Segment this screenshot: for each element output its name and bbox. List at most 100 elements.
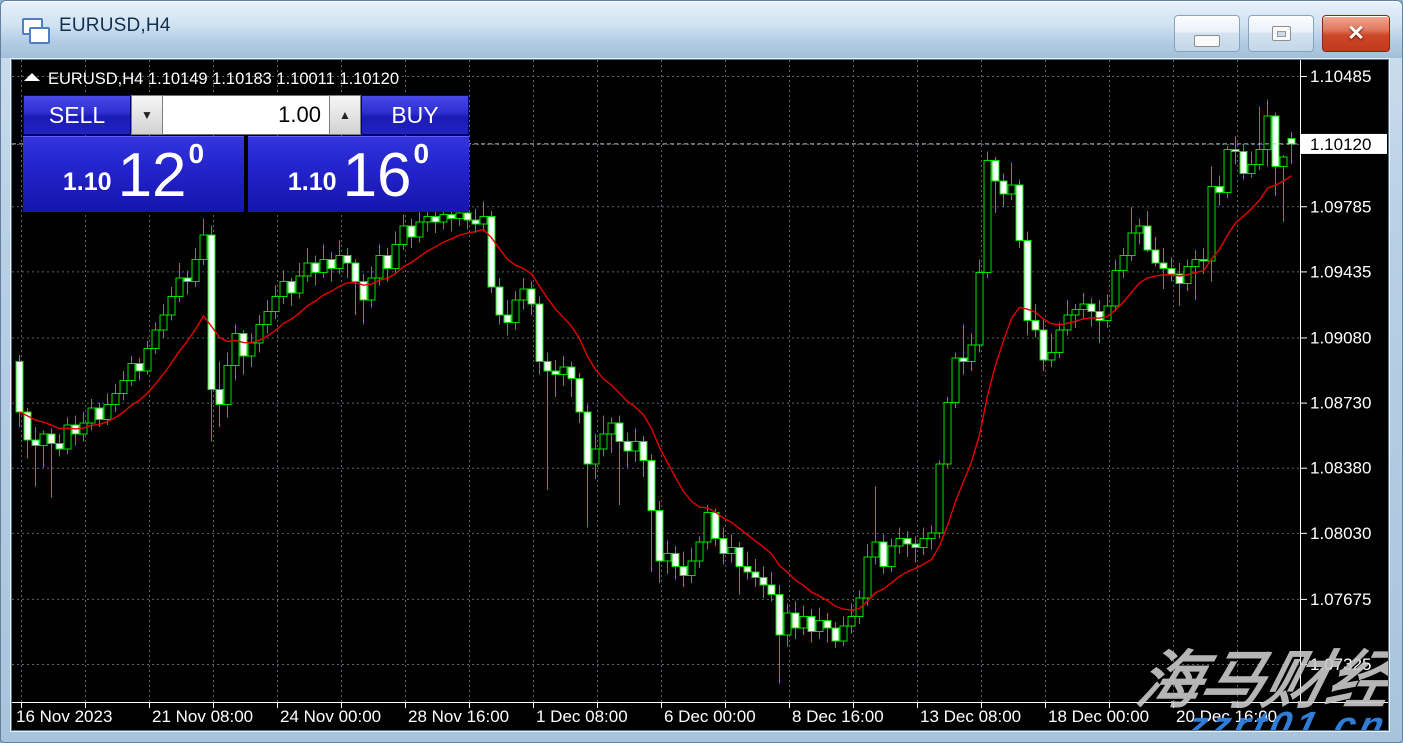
sell-quote-panel[interactable]: 1.10 12 0	[23, 136, 244, 212]
candle	[1136, 218, 1143, 244]
candle-body	[656, 511, 663, 561]
time-axis-label[interactable]: 6 Dec 00:00	[664, 707, 756, 726]
minimize-button[interactable]	[1174, 15, 1240, 52]
candle	[1192, 250, 1199, 300]
candle	[48, 429, 55, 498]
buy-quote-panel[interactable]: 1.10 16 0	[248, 136, 469, 212]
candle	[1000, 174, 1007, 207]
candle	[776, 585, 783, 684]
candle-body	[664, 553, 671, 560]
sell-button[interactable]: SELL	[23, 95, 131, 135]
time-axis-label[interactable]: 13 Dec 08:00	[920, 707, 1021, 726]
buy-price-big: 16	[343, 148, 412, 204]
candle-body	[456, 213, 463, 219]
candle	[520, 278, 527, 310]
price-axis-label[interactable]: 1.10485	[1310, 67, 1371, 86]
candle	[1104, 295, 1111, 328]
candle-body	[496, 287, 503, 315]
close-icon: ✕	[1347, 23, 1365, 44]
candle	[208, 226, 215, 442]
buy-button[interactable]: BUY	[361, 95, 469, 135]
candle-body	[880, 542, 887, 566]
chart-window: EURUSD,H4 ✕ 1.104851.101201.097851.09435…	[0, 0, 1403, 743]
candle	[264, 300, 271, 333]
candle	[584, 404, 591, 527]
candle	[1112, 259, 1119, 311]
time-axis-label[interactable]: 28 Nov 16:00	[408, 707, 509, 726]
candle-body	[464, 213, 471, 220]
candle	[968, 334, 975, 371]
candle-body	[936, 464, 943, 533]
candle	[496, 278, 503, 325]
candle	[840, 617, 847, 647]
candle	[1064, 300, 1071, 335]
volume-input[interactable]	[163, 95, 329, 135]
candle-body	[912, 544, 919, 548]
candle	[488, 211, 495, 293]
candle-body	[120, 380, 127, 393]
candle	[1160, 248, 1167, 289]
candle-body	[928, 533, 935, 539]
price-axis-label[interactable]: 1.08730	[1310, 394, 1371, 413]
candle	[1096, 300, 1103, 343]
one-click-trading-panel: SELL ▼ ▲ BUY 1.10 12 0 1.10 16	[23, 95, 469, 212]
price-axis-label[interactable]: 1.08380	[1310, 459, 1371, 478]
price-axis-label[interactable]: 1.07675	[1310, 590, 1371, 609]
candle	[880, 535, 887, 574]
chevron-up-icon: ▲	[339, 108, 351, 122]
candle	[560, 356, 567, 386]
candle	[648, 455, 655, 572]
title-bar[interactable]: EURUSD,H4 ✕	[1, 1, 1402, 58]
candle	[832, 622, 839, 648]
candle-body	[408, 226, 415, 237]
maximize-button[interactable]	[1248, 15, 1314, 52]
candle	[432, 209, 439, 233]
candle	[512, 291, 519, 330]
candle	[1208, 166, 1215, 281]
candle-body	[160, 315, 167, 330]
candle	[352, 259, 359, 315]
time-axis-label[interactable]: 21 Nov 08:00	[152, 707, 253, 726]
candle-body	[1272, 116, 1279, 166]
volume-increase-button[interactable]: ▲	[329, 95, 361, 135]
candle-body	[528, 289, 535, 304]
candle	[696, 537, 703, 569]
candle	[536, 297, 543, 375]
candle-body	[864, 557, 871, 598]
time-axis-label[interactable]: 24 Nov 00:00	[280, 707, 381, 726]
candle-body	[128, 364, 135, 381]
price-axis-label[interactable]: 1.09080	[1310, 328, 1371, 347]
time-axis-label[interactable]: 16 Nov 2023	[16, 707, 112, 726]
candle	[544, 352, 551, 490]
candle-body	[168, 297, 175, 316]
candle-body	[416, 222, 423, 237]
volume-decrease-button[interactable]: ▼	[131, 95, 163, 135]
time-axis-label[interactable]: 8 Dec 16:00	[792, 707, 884, 726]
candle	[672, 546, 679, 579]
candle-body	[896, 538, 903, 545]
close-button[interactable]: ✕	[1322, 15, 1390, 52]
price-axis-label[interactable]: 1.09785	[1310, 197, 1371, 216]
candle-body	[328, 259, 335, 268]
candle-body	[1072, 310, 1079, 316]
candle-body	[920, 538, 927, 547]
price-axis-label[interactable]: 1.08030	[1310, 524, 1371, 543]
chart-window-icon	[22, 18, 49, 43]
candle-body	[112, 393, 119, 404]
candle-body	[888, 546, 895, 566]
candle	[368, 267, 375, 308]
candle-body	[1200, 259, 1207, 261]
price-axis-label[interactable]: 1.09435	[1310, 262, 1371, 281]
candle-body	[376, 256, 383, 278]
candle-body	[512, 300, 519, 322]
candle-body	[784, 613, 791, 635]
candle-body	[680, 566, 687, 575]
candle	[568, 362, 575, 397]
candle	[224, 352, 231, 417]
time-axis-label[interactable]: 1 Dec 08:00	[536, 707, 628, 726]
candle	[1032, 304, 1039, 337]
candle-body	[584, 412, 591, 464]
candle	[320, 244, 327, 277]
candle-body	[648, 460, 655, 510]
candle	[904, 531, 911, 557]
